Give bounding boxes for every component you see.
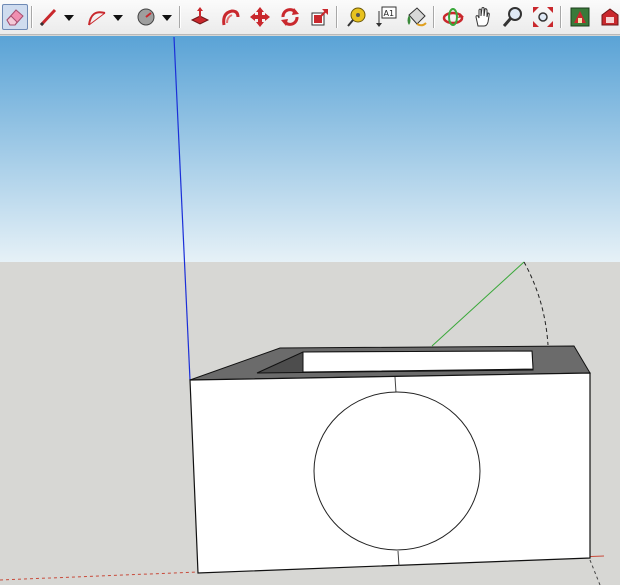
toolbar-separator xyxy=(433,6,435,28)
push-pull-tool-button[interactable] xyxy=(187,4,213,30)
move-tool-button[interactable] xyxy=(247,4,273,30)
zoom-extents-tool-button[interactable] xyxy=(530,4,556,30)
eraser-tool-button[interactable] xyxy=(2,4,28,30)
tape-measure-tool-button[interactable] xyxy=(343,4,369,30)
sky xyxy=(0,36,620,262)
shapes-tool-button[interactable] xyxy=(133,4,159,30)
toolbar-separator xyxy=(560,6,562,28)
extension-warehouse-icon xyxy=(601,8,619,26)
text-tool-button[interactable]: A1 xyxy=(373,4,399,30)
chevron-down-icon xyxy=(162,15,172,21)
warehouse-icon xyxy=(570,7,590,27)
pan-tool-button[interactable] xyxy=(470,4,496,30)
warehouse-tool-button[interactable] xyxy=(567,4,593,30)
main-toolbar: A1 xyxy=(0,0,620,35)
toolbar-separator xyxy=(336,6,338,28)
pencil-icon xyxy=(39,8,57,27)
tape-measure-icon xyxy=(347,7,366,27)
toolbar-separator xyxy=(31,6,33,28)
follow-me-icon xyxy=(222,9,240,26)
scene-canvas[interactable] xyxy=(0,36,620,585)
rotate-tool-button[interactable] xyxy=(277,4,303,30)
front-circle xyxy=(313,391,481,551)
chevron-down-icon xyxy=(113,15,123,21)
extension-warehouse-tool-button[interactable] xyxy=(597,4,620,30)
move-icon xyxy=(250,7,270,27)
eraser-icon xyxy=(6,9,24,26)
chevron-down-icon xyxy=(64,15,74,21)
text-icon: A1 xyxy=(376,6,397,27)
pan-hand-icon xyxy=(475,7,490,27)
box-opening-inner-wall xyxy=(302,350,534,373)
shapes-tool-dropdown[interactable] xyxy=(160,4,174,30)
toolbar-separator xyxy=(179,6,181,28)
arc-icon xyxy=(88,11,106,26)
zoom-tool-button[interactable] xyxy=(500,4,526,30)
scale-tool-button[interactable] xyxy=(307,4,333,30)
zoom-extents-icon xyxy=(533,7,553,27)
follow-me-tool-button[interactable] xyxy=(217,4,243,30)
zoom-icon xyxy=(502,7,522,27)
line-tool-dropdown[interactable] xyxy=(62,4,76,30)
paint-bucket-icon xyxy=(407,7,427,27)
paint-bucket-tool-button[interactable] xyxy=(403,4,429,30)
orbit-tool-button[interactable] xyxy=(440,4,466,30)
rotate-icon xyxy=(281,8,299,26)
svg-text:A1: A1 xyxy=(384,9,395,18)
push-pull-icon xyxy=(190,7,210,25)
line-tool-button[interactable] xyxy=(35,4,61,30)
model-viewport[interactable] xyxy=(0,36,620,585)
arc-tool-dropdown[interactable] xyxy=(111,4,125,30)
arc-tool-button[interactable] xyxy=(84,4,110,30)
shapes-icon xyxy=(137,8,155,26)
orbit-icon xyxy=(442,8,464,26)
scale-icon xyxy=(311,9,328,26)
